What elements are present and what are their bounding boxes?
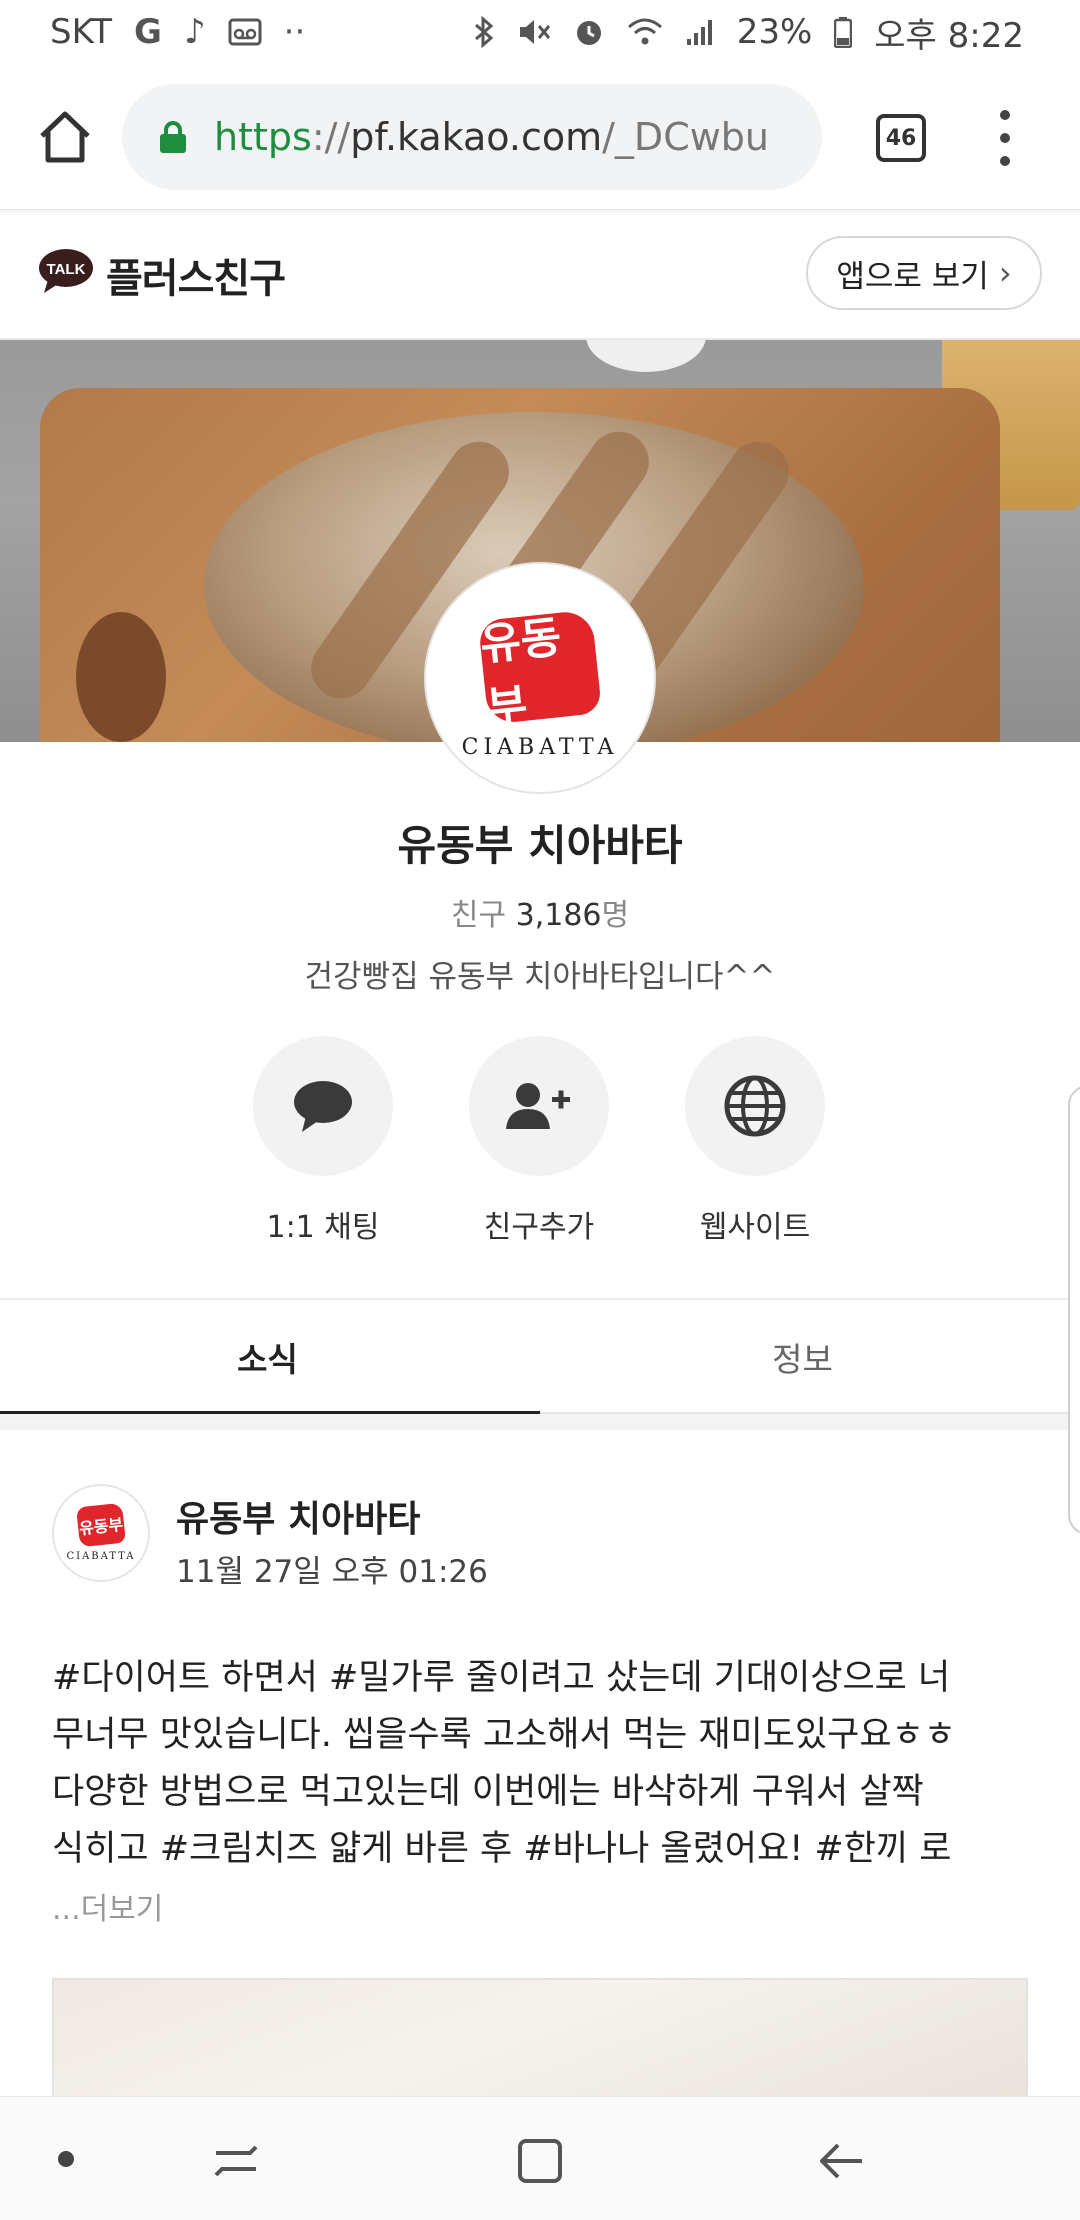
url-text[interactable]: https://pf.kakao.com/_DCwbu [214,115,769,159]
open-in-app-label: 앱으로 보기 [836,258,989,295]
post-author-name[interactable]: 유동부 치아바타 [176,1490,420,1542]
open-in-app-button[interactable]: 앱으로 보기 › [806,236,1042,310]
brand-logo-mark: 유동부 [478,608,603,734]
edge-panel-handle[interactable] [1068,1085,1080,1535]
carrier-label: SKT [50,12,113,52]
home-icon[interactable] [34,106,96,168]
friend-count: 친구 3,186명 [0,890,1080,934]
browser-toolbar: https://pf.kakao.com/_DCwbu 46 [0,70,1080,210]
see-more-link[interactable]: ...더보기 [52,1884,163,1928]
google-icon: G [134,12,162,52]
bluetooth-icon [474,16,493,48]
post-author-avatar[interactable]: 유동부 CIABATTA [52,1484,150,1582]
back-icon[interactable] [816,2135,868,2187]
nav-dot-icon[interactable] [58,2151,74,2167]
battery-icon [834,17,853,48]
voicemail-icon [228,18,262,46]
home-nav-icon[interactable] [514,2135,566,2187]
url-separator: :// [311,115,351,159]
status-right: 23% 오후 8:22 [473,8,1024,57]
add-friend-button-circle[interactable] [469,1036,609,1176]
post-image[interactable] [52,1978,1028,2098]
tab-news[interactable]: 소식 [0,1300,540,1416]
section-divider [0,1414,1080,1430]
signal-icon [686,20,712,45]
kakaotalk-logo-icon: TALK [39,249,93,293]
add-friend-icon [506,1083,570,1129]
talk-badge: TALK [47,261,86,278]
website-button[interactable]: 웹사이트 [680,1036,830,1246]
chat-bubble-icon [294,1081,352,1132]
battery-percent: 23% [736,12,813,52]
url-path: /_DCwbu [602,115,770,159]
profile-avatar: 유동부 CIABATTA [424,562,656,794]
music-note-icon: ♪ [183,12,206,52]
post-line: 무너무 맛있습니다. 씹을수록 고소해서 먹는 재미도있구요ㅎㅎ [52,1715,956,1755]
more-notifications-icon: ·· [283,12,306,52]
url-scheme: https [214,115,312,159]
url-host: pf.kakao.com [350,115,603,159]
address-bar[interactable]: https://pf.kakao.com/_DCwbu [122,84,822,190]
alarm-icon [576,21,601,45]
kakao-header: TALK 플러스친구 앱으로 보기 › [0,212,1080,340]
post-line: 식히고 #크림치즈 얇게 바른 후 #바나나 올렸어요! #한끼 로 [52,1829,952,1869]
post-line: 다양한 방법으로 먹고있는데 이번에는 바삭하게 구워서 살짝 [52,1772,924,1812]
add-friend-button[interactable]: 친구추가 [464,1036,614,1246]
chat-button-circle[interactable] [253,1036,393,1176]
add-friend-button-label: 친구추가 [483,1210,595,1245]
brand-title: 플러스친구 [106,256,286,302]
tab-switcher-button[interactable]: 46 [876,114,926,162]
profile-description: 건강빵집 유동부 치아바타입니다^^ [304,959,776,995]
website-button-label: 웹사이트 [699,1210,811,1245]
chevron-right-icon: › [998,254,1012,292]
system-nav-bar [0,2096,1080,2220]
tab-info[interactable]: 정보 [535,1300,1070,1414]
post-timestamp: 11월 27일 오후 01:26 [176,1554,488,1590]
friend-count-prefix: 친구 [450,898,507,933]
chat-button[interactable]: 1:1 채팅 [248,1036,398,1246]
status-left: SKT G ♪ ·· [50,12,305,52]
overflow-menu-icon[interactable] [990,110,1020,166]
action-buttons: 1:1 채팅 친구추가 웹사이트 [248,1036,830,1246]
recent-apps-icon[interactable] [210,2135,262,2187]
friend-count-number: 3,186 [515,898,602,933]
post-line: #다이어트 하면서 #밀가루 줄이려고 샀는데 기대이상으로 너 [52,1658,951,1698]
content-tabs: 소식 정보 [0,1298,1070,1416]
lock-icon [160,121,186,153]
post-avatar-mark: 유동부 [76,1502,126,1547]
website-button-circle[interactable] [685,1036,825,1176]
mute-icon [519,20,550,44]
clock: 오후 8:22 [874,15,1024,56]
globe-icon [724,1075,786,1137]
brand-logo-subtext: CIABATTA [461,734,619,760]
profile-name: 유동부 치아바타 [397,821,683,870]
status-bar: SKT G ♪ ·· 23% 오후 8:22 [0,0,1080,64]
wifi-icon [627,18,662,45]
post-avatar-subtext: CIABATTA [66,1550,136,1562]
chat-button-label: 1:1 채팅 [266,1210,380,1245]
post-body: #다이어트 하면서 #밀가루 줄이려고 샀는데 기대이상으로 너 무너무 맛있습… [52,1650,1032,1878]
friend-count-suffix: 명 [601,898,630,933]
